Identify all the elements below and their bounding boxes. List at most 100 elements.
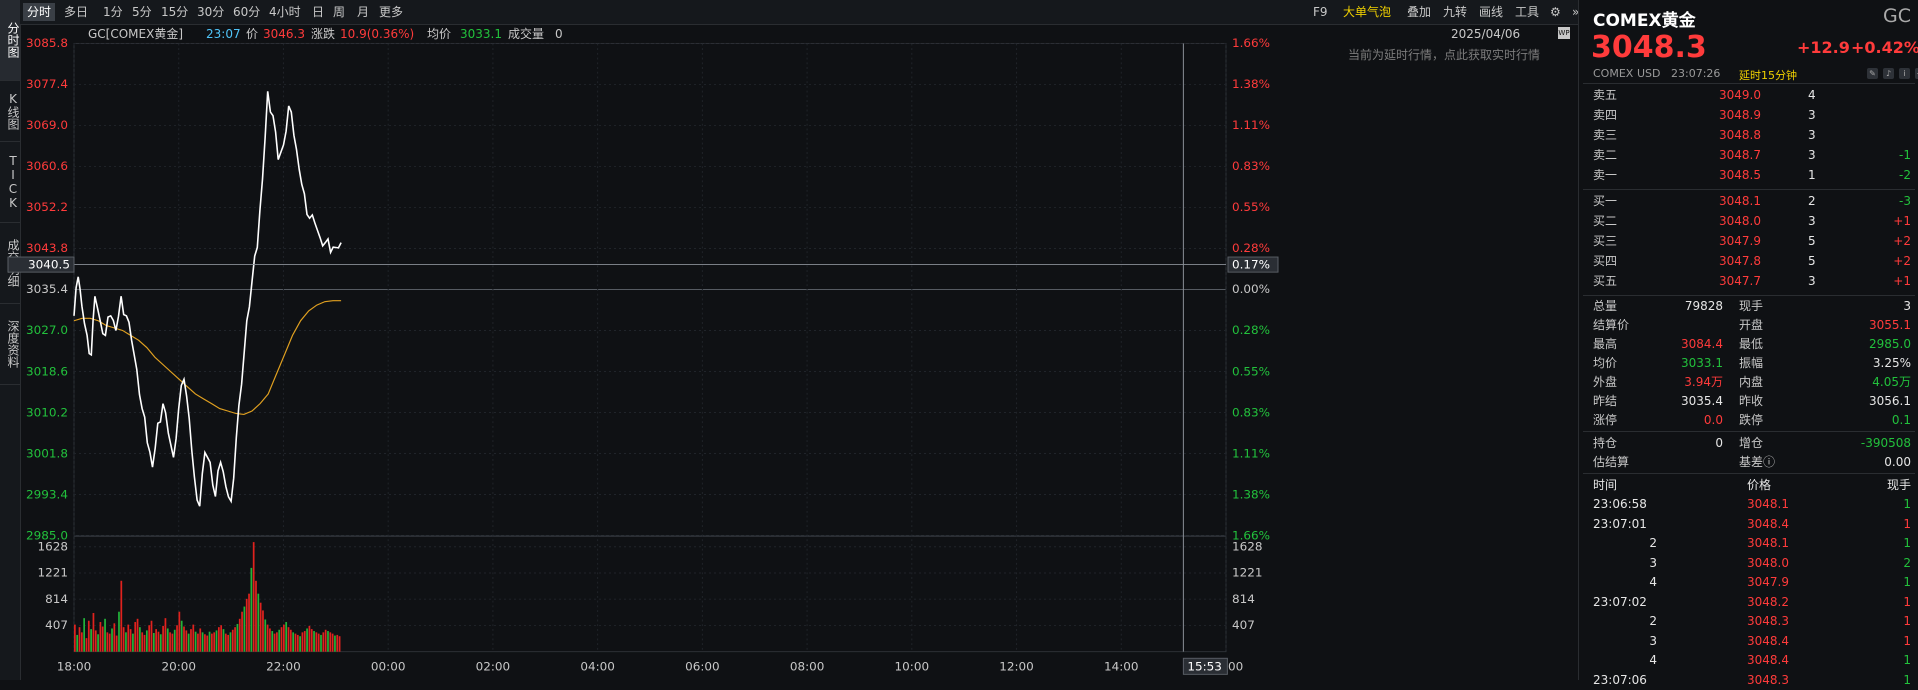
- volume-bar: [222, 629, 225, 652]
- volume-bar: [208, 631, 211, 652]
- volume-bar: [231, 629, 234, 652]
- volume-bar: [248, 593, 250, 652]
- buy-qty: 3: [1808, 274, 1816, 288]
- volume-bar: [134, 622, 137, 652]
- volume-bar: [108, 633, 111, 652]
- tick-row: 2 3048.3 1: [1579, 612, 1918, 631]
- volume-bar: [255, 580, 257, 652]
- buy-change: +2: [1893, 254, 1911, 268]
- pct-tick-label: 0.55%: [1232, 201, 1270, 215]
- stat-row: 结算价 开盘 3055.1: [1579, 316, 1918, 335]
- info-icon[interactable]: i: [1899, 68, 1910, 79]
- volume-bar: [139, 627, 141, 652]
- tick-row: 2 3048.1 1: [1579, 534, 1918, 553]
- stat-row: 外盘 3.94万 内盘 4.05万: [1579, 373, 1918, 392]
- price-tick-label: 3085.8: [26, 37, 68, 51]
- edit-icon[interactable]: ✎: [1867, 68, 1878, 79]
- volume-bar: [87, 620, 90, 652]
- tick-time: 3: [1649, 555, 1657, 570]
- buy-price: 3047.7: [1719, 274, 1761, 288]
- volume-bar: [173, 629, 176, 652]
- sell-level-label: 卖二: [1593, 148, 1618, 162]
- buy-qty: 2: [1808, 194, 1816, 208]
- volume-bar: [111, 628, 113, 652]
- volume-bar: [141, 632, 144, 652]
- volume-bar: [278, 629, 281, 652]
- tick-price: 3048.3: [1747, 614, 1789, 628]
- stat-label: 内盘: [1739, 375, 1764, 389]
- stat-label: 涨停: [1593, 413, 1618, 427]
- volume-bar: [299, 636, 301, 652]
- volume-bar: [217, 627, 220, 652]
- tick-header-price: 价格: [1747, 478, 1772, 492]
- tick-time: 23:06:58: [1593, 497, 1647, 511]
- volume-bar: [227, 634, 229, 652]
- divider: [1583, 189, 1915, 190]
- buy-price: 3048.1: [1719, 194, 1761, 208]
- sell-level-label: 卖一: [1593, 168, 1618, 182]
- tick-price: 3048.4: [1747, 516, 1789, 531]
- tick-qty: 1: [1903, 594, 1911, 609]
- volume-bar: [322, 632, 325, 652]
- volume-bar: [90, 629, 92, 652]
- tick-qty: 1: [1903, 497, 1911, 511]
- divider: [1583, 431, 1915, 432]
- pct-tick-label: 0.83%: [1232, 406, 1270, 420]
- price-change: +12.9: [1797, 38, 1850, 57]
- tick-qty: 1: [1903, 575, 1911, 589]
- last-price: 3048.3: [1591, 30, 1707, 65]
- sell-qty: 3: [1808, 128, 1816, 142]
- tick-header-qty: 现手: [1886, 478, 1911, 492]
- tick-qty: 1: [1903, 653, 1911, 667]
- volume-bar: [204, 634, 206, 652]
- alert-bell-icon[interactable]: ♪: [1883, 68, 1894, 79]
- volume-tick-label: 1221: [37, 566, 68, 580]
- sell-row: 卖二 3048.7 3 -1: [1579, 146, 1918, 165]
- sell-row: 卖三 3048.8 3: [1579, 126, 1918, 145]
- volume-bar: [238, 618, 241, 652]
- volume-bar: [334, 635, 336, 652]
- volume-bar: [236, 623, 239, 652]
- stat-value: 4.05万: [1872, 375, 1911, 389]
- volume-tick-label-right: 1221: [1232, 566, 1263, 580]
- buy-change: -3: [1899, 194, 1911, 208]
- volume-bar: [259, 602, 262, 652]
- volume-bar: [83, 618, 86, 652]
- volume-bar: [287, 627, 290, 652]
- time-tick-label: 08:00: [790, 660, 825, 674]
- sell-price: 3048.5: [1719, 168, 1761, 182]
- buy-row: 买二 3048.0 3 +1: [1579, 212, 1918, 231]
- price-tick-label: 3001.8: [26, 447, 68, 461]
- volume-bar: [317, 633, 320, 652]
- tick-header-time: 时间: [1593, 478, 1618, 492]
- time-tick-label: 02:00: [476, 660, 511, 674]
- stat-label: 振幅: [1739, 356, 1764, 370]
- buy-change: +2: [1893, 234, 1911, 248]
- stat-label: 开盘: [1739, 318, 1764, 332]
- volume-bar: [192, 624, 195, 652]
- price-tick-label: 3010.2: [26, 406, 68, 420]
- buy-row: 买四 3047.8 5 +2: [1579, 252, 1918, 271]
- sell-change: -1: [1899, 148, 1911, 162]
- time-tick-label: 04:00: [580, 660, 615, 674]
- tick-header: 时间 价格 现手: [1579, 476, 1918, 495]
- volume-bar: [94, 630, 97, 652]
- buy-level-label: 买五: [1593, 274, 1618, 288]
- tick-time: 3: [1649, 633, 1657, 648]
- pct-tick-label: 0.28%: [1232, 324, 1270, 338]
- volume-bar: [320, 634, 322, 652]
- volume-bar: [241, 611, 243, 652]
- buy-level-label: 买二: [1593, 214, 1618, 228]
- tick-row: 3 3048.4 1: [1579, 632, 1918, 651]
- buy-price: 3047.9: [1719, 234, 1761, 248]
- average-price-line: [73, 300, 342, 416]
- stat-row: 总量 79828 现手 3: [1579, 297, 1918, 316]
- buy-level-label: 买一: [1593, 194, 1618, 208]
- stat-value: 3: [1903, 299, 1911, 313]
- volume-bar: [229, 632, 232, 652]
- volume-bar: [313, 631, 315, 652]
- volume-bar: [92, 613, 95, 652]
- intraday-chart[interactable]: 3085.8 1.66% 3077.4 1.38% 3069.0 1.11% 3060.6 0…: [0, 0, 1578, 680]
- volume-bar: [303, 631, 306, 652]
- stat-value: 3033.1: [1681, 356, 1723, 370]
